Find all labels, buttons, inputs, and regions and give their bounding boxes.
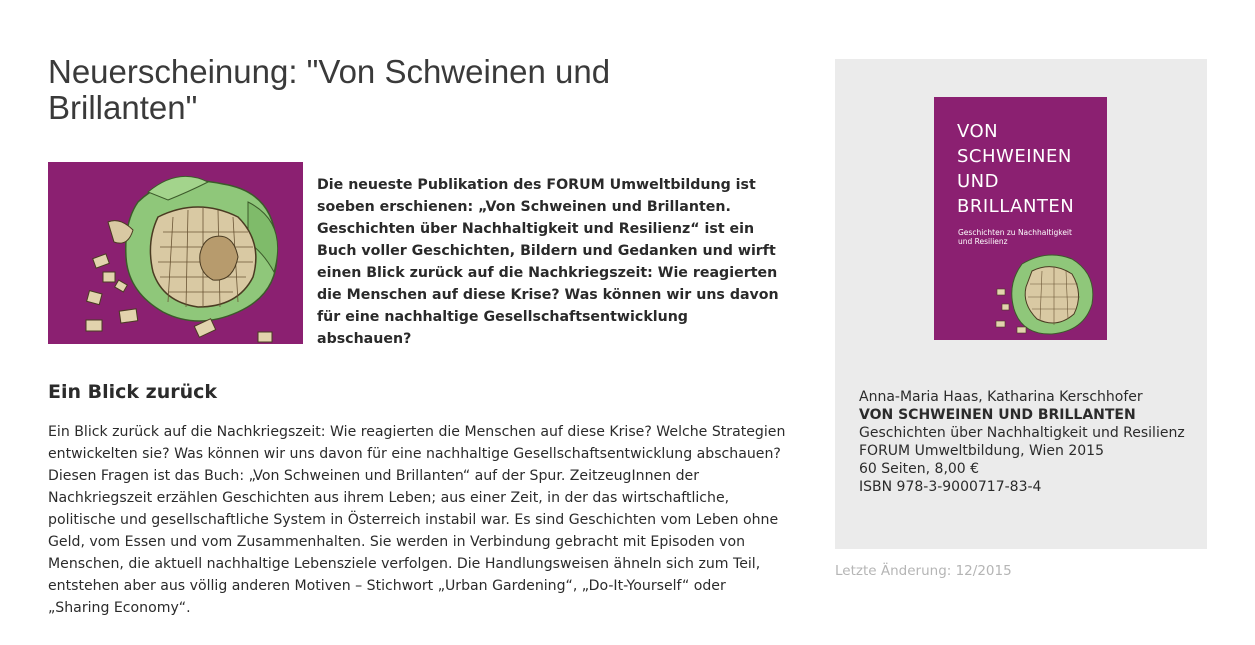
book-publisher: FORUM Umweltbildung, Wien 2015 (859, 443, 1104, 459)
book-isbn: ISBN 978-3-9000717-83-4 (859, 479, 1042, 495)
feature-illustration (48, 162, 303, 344)
book-subtitle: Geschichten über Nachhaltigkeit und Resi… (859, 425, 1185, 441)
intro-paragraph: Die neueste Publikation des FORUM Umwelt… (317, 177, 779, 347)
book-authors: Anna-Maria Haas, Katharina Kerschhofer (859, 389, 1143, 405)
cover-title-line: BRILLANTEN (957, 196, 1075, 217)
book-pages-price: 60 Seiten, 8,00 € (859, 461, 980, 477)
cover-title-line: SCHWEINEN (957, 146, 1072, 167)
book-sidebar: VON SCHWEINEN UND BRILLANTEN Geschichten… (835, 59, 1207, 549)
last-changed-note: Letzte Änderung: 12/2015 (835, 563, 1012, 579)
book-title: VON SCHWEINEN UND BRILLANTEN (859, 407, 1136, 423)
cover-title: VON SCHWEINEN UND BRILLANTEN (957, 119, 1097, 219)
city-cabbage-illustration (48, 162, 303, 344)
book-details: Anna-Maria Haas, Katharina Kerschhofer V… (859, 388, 1199, 496)
cover-subtitle: Geschichten zu Nachhaltigkeit und Resili… (958, 228, 1072, 246)
cover-illustration (995, 254, 1094, 335)
section-body: Ein Blick zurück auf die Nachkriegszeit:… (48, 424, 786, 616)
cover-title-line: UND (957, 171, 999, 192)
section-heading: Ein Blick zurück (48, 381, 218, 403)
cover-title-line: VON (957, 121, 999, 142)
book-cover: VON SCHWEINEN UND BRILLANTEN Geschichten… (934, 97, 1107, 340)
page-title: Neuerscheinung: "Von Schweinen und Brill… (48, 53, 611, 126)
